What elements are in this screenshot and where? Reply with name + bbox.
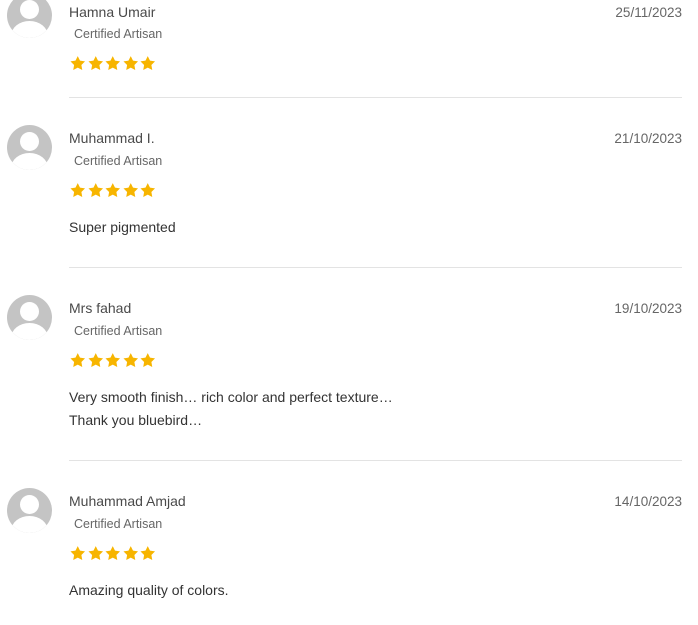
star-icon [70, 183, 86, 197]
reviewer-badge: Certified Artisan [74, 324, 163, 338]
star-icon [70, 546, 86, 560]
review-divider [69, 460, 682, 461]
review-divider [69, 267, 682, 268]
star-icon [70, 353, 86, 367]
review-text-line: Thank you bluebird… [69, 412, 203, 428]
star-icon [87, 56, 103, 70]
star-icon [87, 183, 103, 197]
review-text-line: Super pigmented [69, 219, 176, 235]
reviewer-badge: Certified Artisan [74, 27, 163, 41]
review-date: 19/10/2023 [614, 301, 682, 316]
star-icon [105, 546, 121, 560]
review-divider [69, 97, 682, 98]
star-rating [69, 182, 157, 200]
review-date: 25/11/2023 [615, 5, 682, 20]
reviewer-name: Muhammad I. [69, 130, 155, 146]
star-icon [140, 353, 156, 367]
star-icon [87, 546, 103, 560]
user-avatar-icon [7, 488, 52, 533]
star-icon [140, 546, 156, 560]
star-icon [70, 56, 86, 70]
star-icon [105, 56, 121, 70]
reviewer-name: Hamna Umair [69, 4, 156, 20]
review-text: Super pigmented [69, 216, 176, 239]
review-text: Very smooth finish… rich color and perfe… [69, 386, 393, 432]
star-rating [69, 545, 157, 563]
star-icon [105, 183, 121, 197]
star-icon [122, 56, 138, 70]
star-icon [140, 183, 156, 197]
star-icon [105, 353, 121, 367]
star-rating [69, 352, 157, 370]
review-text: Amazing quality of colors. [69, 579, 229, 602]
reviewer-badge: Certified Artisan [74, 154, 163, 168]
user-avatar-icon [7, 125, 52, 170]
review-text-line: Very smooth finish… rich color and perfe… [69, 389, 393, 405]
review-date: 21/10/2023 [614, 131, 682, 146]
star-icon [87, 353, 103, 367]
reviewer-name: Mrs fahad [69, 300, 132, 316]
star-icon [140, 56, 156, 70]
star-icon [122, 353, 138, 367]
star-icon [122, 183, 138, 197]
user-avatar-icon [7, 295, 52, 340]
reviewer-name: Muhammad Amjad [69, 493, 186, 509]
reviewer-badge: Certified Artisan [74, 517, 163, 531]
user-avatar-icon [7, 0, 52, 38]
star-icon [122, 546, 138, 560]
review-date: 14/10/2023 [614, 494, 682, 509]
review-text-line: Amazing quality of colors. [69, 582, 229, 598]
star-rating [69, 55, 157, 73]
